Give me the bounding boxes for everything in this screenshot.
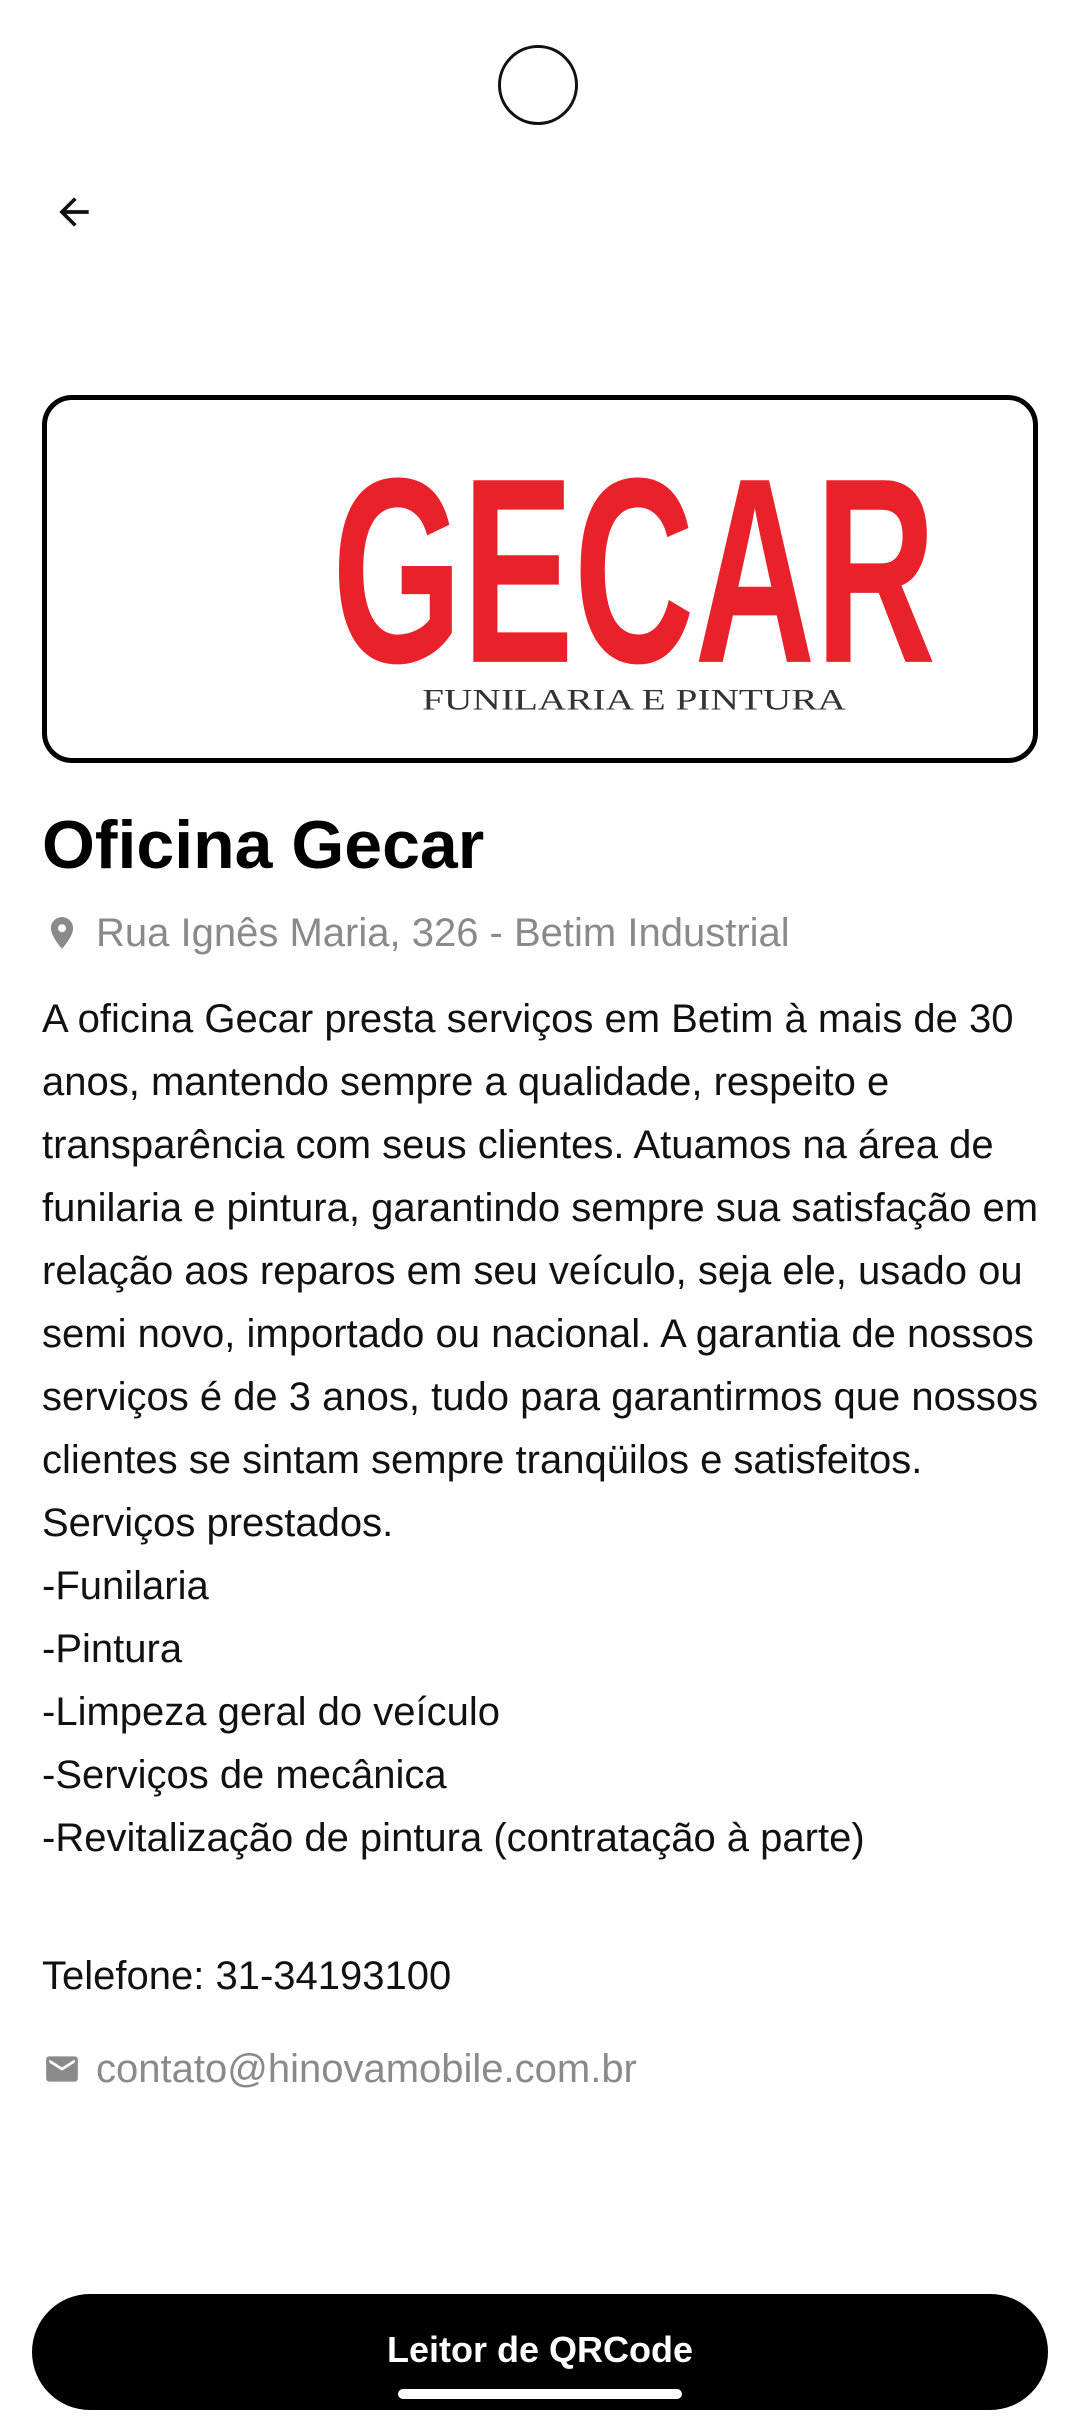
- email-row[interactable]: contato@hinovamobile.com.br: [42, 2042, 637, 2096]
- location-pin-icon: [42, 913, 82, 953]
- back-button[interactable]: [38, 176, 110, 248]
- arrow-left-icon: [59, 197, 89, 227]
- email-text[interactable]: contato@hinovamobile.com.br: [96, 2047, 637, 2092]
- camera-cutout: [498, 45, 578, 125]
- logo-tagline: FUNILARIA E PINTURA: [422, 685, 847, 717]
- phone-text[interactable]: Telefone: 31-34193100: [42, 1954, 451, 1999]
- home-indicator[interactable]: [398, 2389, 682, 2399]
- logo-brand-text: GECAR: [332, 424, 936, 719]
- gecar-logo: GECAR FUNILARIA E PINTURA: [332, 424, 936, 719]
- mail-icon: [42, 2049, 82, 2089]
- workshop-logo-card: GECAR FUNILARIA E PINTURA: [42, 395, 1038, 763]
- address-row: Rua Ignês Maria, 326 - Betim Industrial: [42, 906, 790, 960]
- address-text: Rua Ignês Maria, 326 - Betim Industrial: [96, 910, 790, 955]
- workshop-name: Oficina Gecar: [42, 807, 485, 883]
- workshop-description: A oficina Gecar presta serviços em Betim…: [42, 997, 1039, 1860]
